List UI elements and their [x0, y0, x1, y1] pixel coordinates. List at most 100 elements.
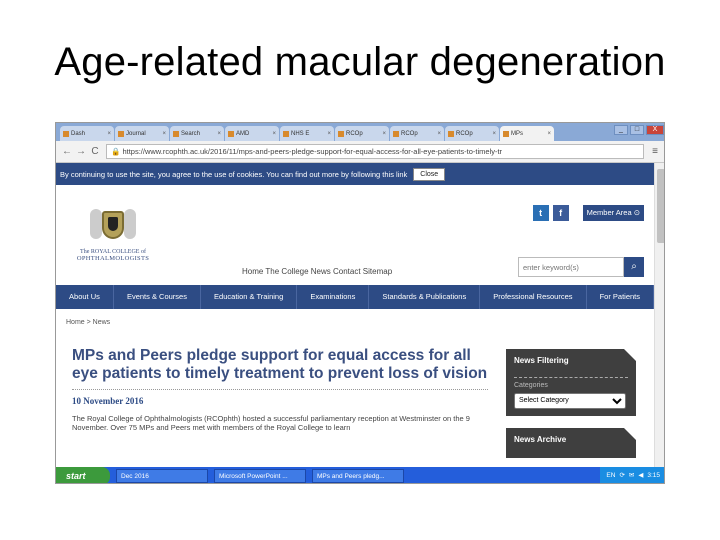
favicon-icon [118, 130, 124, 137]
tab-label: Dash [71, 130, 86, 137]
favicon-icon [63, 130, 69, 137]
facebook-icon[interactable]: f [552, 205, 569, 221]
favicon-icon [503, 130, 509, 137]
article-body: The Royal College of Ophthalmologists (R… [72, 414, 470, 432]
tab-label: NHS E [291, 130, 310, 137]
sidebar: News Filtering Categories Select Categor… [506, 349, 636, 458]
member-area-button[interactable]: Member Area ⊙ [582, 205, 644, 221]
favicon-icon [173, 130, 179, 137]
nav-events-courses[interactable]: Events & Courses [114, 285, 202, 309]
taskbar: start Dec 2016 Microsoft PowerPoint ... … [56, 467, 664, 483]
taskbar-item[interactable]: Dec 2016 [116, 469, 208, 483]
nav-education-training[interactable]: Education & Training [201, 285, 298, 309]
tab-label: MPs [511, 130, 523, 137]
close-window-button[interactable]: X [646, 125, 664, 135]
favicon-icon [448, 130, 454, 137]
clock: 3:15 [647, 472, 660, 479]
news-archive-title: News Archive [514, 434, 567, 444]
site-search: ⌕ [518, 257, 644, 277]
scrollbar-thumb[interactable] [657, 169, 664, 243]
reload-button[interactable]: C [88, 146, 102, 157]
logo-line2: OPHTHALMOLOGISTS [76, 255, 150, 262]
browser-tab[interactable]: Search × [170, 126, 224, 141]
article-headline: MPs and Peers pledge support for equal a… [72, 347, 488, 382]
browser-tab-active[interactable]: MPs × [500, 126, 554, 141]
main-nav: About Us Events & Courses Education & Tr… [56, 285, 654, 309]
language-indicator[interactable]: EN [606, 467, 615, 483]
favicon-icon [283, 130, 289, 137]
tab-label: RCOp [346, 130, 363, 137]
forward-button[interactable]: → [74, 146, 88, 157]
close-tab-icon[interactable]: × [217, 131, 221, 137]
close-tab-icon[interactable]: × [107, 131, 111, 137]
url-field[interactable]: 🔒 https://www.rcophth.ac.uk/2016/11/mps-… [106, 144, 644, 159]
system-tray: EN ⟳ ✉ ◀ 3:15 [600, 467, 664, 483]
nav-professional-resources[interactable]: Professional Resources [480, 285, 587, 309]
browser-tab[interactable]: AMD × [225, 126, 279, 141]
window-controls: _ □ X [612, 125, 664, 135]
cookie-banner: By continuing to use the site, you agree… [56, 163, 654, 185]
tab-label: RCOp [401, 130, 418, 137]
news-filtering-title: News Filtering [514, 356, 569, 365]
close-tab-icon[interactable]: × [272, 131, 276, 137]
address-bar: ← → C 🔒 https://www.rcophth.ac.uk/2016/1… [56, 141, 664, 163]
taskbar-item[interactable]: Microsoft PowerPoint ... [214, 469, 306, 483]
site-header: The ROYAL COLLEGE of OPHTHALMOLOGISTS t … [56, 185, 654, 285]
browser-tab[interactable]: RCOp × [335, 126, 389, 141]
close-tab-icon[interactable]: × [162, 131, 166, 137]
mail-icon[interactable]: ✉ [629, 467, 634, 483]
article: MPs and Peers pledge support for equal a… [72, 347, 492, 432]
search-input[interactable] [518, 257, 624, 277]
nav-standards-publications[interactable]: Standards & Publications [369, 285, 481, 309]
browser-tab[interactable]: RCOp × [445, 126, 499, 141]
slide-title: Age-related macular degeneration [54, 40, 666, 84]
breadcrumb[interactable]: Home > News [66, 319, 644, 326]
tab-label: AMD [236, 130, 250, 137]
tab-label: RCOp [456, 130, 473, 137]
maximize-button[interactable]: □ [630, 125, 644, 135]
news-filtering-box: News Filtering Categories Select Categor… [506, 349, 636, 416]
close-tab-icon[interactable]: × [382, 131, 386, 137]
minimize-button[interactable]: _ [614, 125, 628, 135]
vertical-scrollbar[interactable] [654, 163, 664, 467]
social-links: t f Member Area ⊙ [532, 205, 644, 221]
close-tab-icon[interactable]: × [327, 131, 331, 137]
tab-label: Search [181, 130, 201, 137]
nav-about-us[interactable]: About Us [56, 285, 114, 309]
news-archive-box: News Archive [506, 427, 636, 458]
favicon-icon [393, 130, 399, 137]
lock-icon: 🔒 [111, 147, 121, 156]
article-date: 10 November 2016 [72, 396, 144, 406]
categories-label: Categories [514, 382, 548, 389]
browser-tab[interactable]: RCOp × [390, 126, 444, 141]
browser-tab[interactable]: NHS E × [280, 126, 334, 141]
back-button[interactable]: ← [60, 146, 74, 157]
top-links[interactable]: Home The College News Contact Sitemap [242, 267, 392, 276]
volume-icon[interactable]: ◀ [638, 467, 643, 483]
college-logo[interactable]: The ROYAL COLLEGE of OPHTHALMOLOGISTS [68, 205, 158, 285]
close-tab-icon[interactable]: × [437, 131, 441, 137]
browser-tab[interactable]: Dash × [60, 126, 114, 141]
cookie-text: By continuing to use the site, you agree… [60, 169, 408, 179]
nav-examinations[interactable]: Examinations [297, 285, 370, 309]
favicon-icon [338, 130, 344, 137]
search-icon[interactable]: ⌕ [624, 257, 644, 277]
divider [72, 389, 488, 390]
tab-label: Journal [126, 130, 146, 137]
twitter-icon[interactable]: t [532, 205, 549, 221]
category-select[interactable]: Select Category [514, 392, 626, 409]
favicon-icon [228, 130, 234, 137]
menu-icon[interactable]: ≡ [648, 146, 662, 157]
close-tab-icon[interactable]: × [547, 131, 551, 137]
sync-icon[interactable]: ⟳ [619, 467, 624, 483]
crest-icon [90, 205, 136, 247]
tab-bar: Dash × Journal × Search × AMD × NHS E × RCOp ×… [56, 123, 664, 141]
browser-tab[interactable]: Journal × [115, 126, 169, 141]
page-viewport: By continuing to use the site, you agree… [56, 163, 654, 467]
taskbar-item[interactable]: MPs and Peers pledg... [312, 469, 404, 483]
close-tab-icon[interactable]: × [492, 131, 496, 137]
nav-for-patients[interactable]: For Patients [587, 285, 654, 309]
start-button[interactable]: start [56, 467, 110, 483]
cookie-close-button[interactable]: Close [413, 167, 446, 181]
browser-screenshot: Dash × Journal × Search × AMD × NHS E × RCOp ×… [55, 122, 665, 484]
